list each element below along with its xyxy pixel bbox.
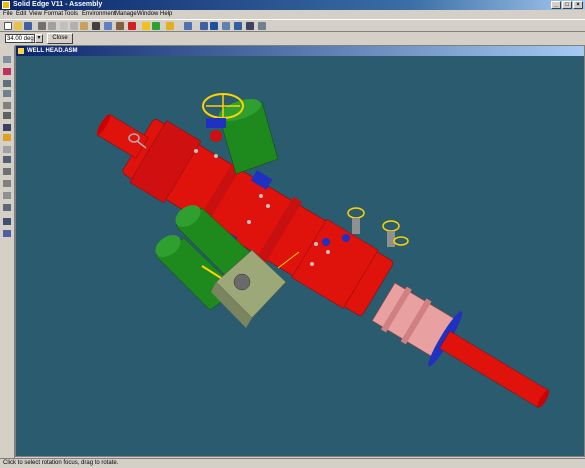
window-title: Solid Edge V11 - Assembly	[13, 1, 103, 8]
menu-view[interactable]: View	[29, 10, 42, 19]
menu-manage[interactable]: Manage	[115, 10, 137, 19]
document-title-bar: WELL HEAD.ASM	[16, 46, 584, 56]
menu-window[interactable]: Window	[137, 10, 158, 19]
angle-icon[interactable]	[3, 146, 11, 153]
redo-icon[interactable]	[104, 22, 112, 30]
menu-tools[interactable]: Tools	[64, 10, 78, 19]
menu-file[interactable]: File	[3, 10, 13, 19]
new-icon[interactable]	[4, 22, 12, 30]
shade-icon[interactable]	[258, 22, 266, 30]
print-icon[interactable]	[38, 22, 46, 30]
mate-icon[interactable]	[3, 102, 11, 109]
menu-bar: File Edit View Format Tools Environment …	[0, 10, 585, 19]
menu-edit[interactable]: Edit	[16, 10, 26, 19]
rotation-step-field[interactable]: 34.00 deg	[5, 34, 35, 43]
zoom-icon[interactable]	[222, 22, 230, 30]
assembly-toolbar	[0, 46, 15, 458]
menu-help[interactable]: Help	[160, 10, 172, 19]
pattern-icon[interactable]	[3, 80, 11, 87]
tangent-icon[interactable]	[3, 156, 11, 163]
gear-icon[interactable]	[3, 180, 11, 187]
mirror-icon[interactable]	[3, 90, 11, 97]
3d-viewport[interactable]	[16, 56, 584, 456]
close-rotate-button[interactable]: Close	[47, 33, 73, 44]
maximize-button[interactable]: □	[562, 1, 572, 9]
title-bar: Solid Edge V11 - Assembly _ □ ×	[0, 0, 585, 10]
assembly-document-icon	[18, 48, 24, 54]
paste-icon[interactable]	[80, 22, 88, 30]
assemble-icon[interactable]	[152, 22, 160, 30]
align-icon[interactable]	[3, 112, 11, 119]
insert-icon[interactable]	[3, 124, 11, 131]
relationship-icon[interactable]	[166, 22, 174, 30]
app-icon	[2, 1, 10, 9]
cut-icon[interactable]	[60, 22, 68, 30]
undo-icon[interactable]	[92, 22, 100, 30]
save-icon[interactable]	[24, 22, 32, 30]
path-icon[interactable]	[3, 192, 11, 199]
document-window: WELL HEAD.ASM	[15, 45, 585, 457]
view-style-icon[interactable]	[184, 22, 192, 30]
ground-icon[interactable]	[3, 204, 11, 211]
pan-icon[interactable]	[246, 22, 254, 30]
cam-icon[interactable]	[3, 168, 11, 175]
menu-format[interactable]: Format	[44, 10, 63, 19]
properties-icon[interactable]	[116, 22, 124, 30]
place-part-icon[interactable]	[3, 68, 11, 75]
close-button[interactable]: ×	[573, 1, 583, 9]
fit-icon[interactable]	[200, 22, 208, 30]
minimize-button[interactable]: _	[551, 1, 561, 9]
wellhead-assembly-model[interactable]	[16, 56, 584, 456]
spool-section	[371, 282, 550, 408]
hyperlink-icon[interactable]	[128, 22, 136, 30]
select-icon[interactable]	[3, 56, 11, 63]
print-preview-icon[interactable]	[48, 22, 56, 30]
open-icon[interactable]	[14, 22, 22, 30]
copy-icon[interactable]	[70, 22, 78, 30]
hide-icon[interactable]	[3, 218, 11, 225]
show-icon[interactable]	[3, 230, 11, 237]
standard-toolbar	[0, 19, 585, 32]
rotate-toolbar	[0, 32, 585, 45]
document-title: WELL HEAD.ASM	[27, 48, 78, 54]
chevron-down-icon[interactable]: ▼	[35, 34, 43, 43]
connect-icon[interactable]	[3, 134, 11, 141]
zoom-area-icon[interactable]	[234, 22, 242, 30]
rotate-icon[interactable]	[210, 22, 218, 30]
menu-environment[interactable]: Environment	[82, 10, 116, 19]
select-tool-icon[interactable]	[142, 22, 150, 30]
status-bar: Click to select rotation focus, drag to …	[0, 458, 585, 468]
